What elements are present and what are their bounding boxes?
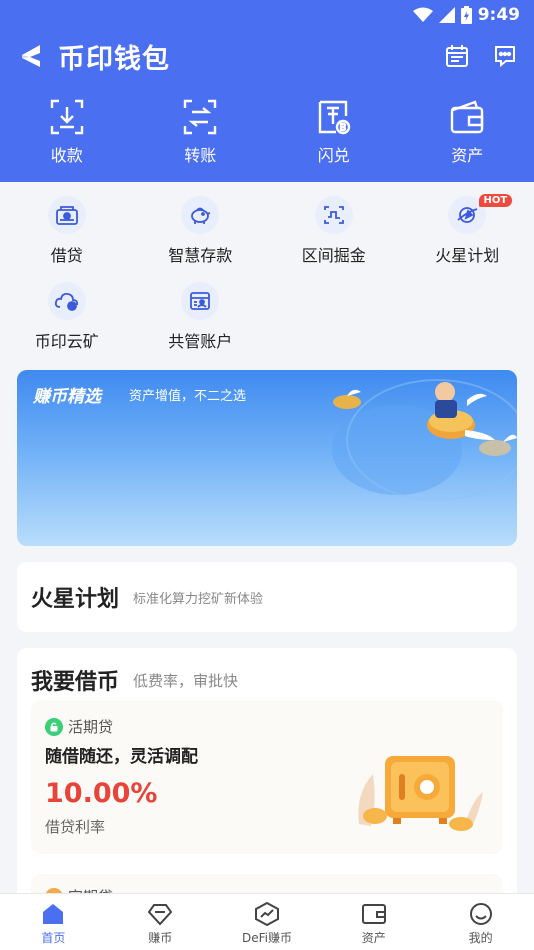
wifi-icon	[412, 7, 433, 22]
app-logo-icon	[22, 45, 40, 67]
loan-rate-value: 10.00%	[45, 778, 158, 809]
bottom-tab-bar: 首页 赚币 DeFi赚币 资产 我的	[0, 893, 534, 950]
mars-plan-label: 火星计划	[435, 246, 500, 265]
receive-label: 收款	[50, 146, 83, 165]
demand-loan-item[interactable]: 活期贷 随借随还，灵活调配 10.00% 借贷利率	[31, 700, 503, 854]
smart-deposit-entry[interactable]: 智慧存款	[134, 196, 268, 282]
profile-icon	[469, 903, 492, 925]
piggy-bank-icon	[191, 207, 211, 224]
borrow-card-subtitle: 低费率，审批快	[133, 671, 239, 690]
loan-rate-label: 借贷利率	[45, 818, 106, 836]
joint-account-entry[interactable]: 共管账户	[134, 282, 268, 368]
loan-icon	[55, 206, 78, 225]
assets-label: 资产	[451, 146, 484, 165]
borrow-card-title: 我要借币	[31, 670, 120, 695]
message-icon[interactable]	[492, 43, 518, 69]
cloud-mining-entry[interactable]: 币印云矿	[0, 282, 134, 368]
battery-icon	[460, 6, 472, 24]
range-mining-entry[interactable]: 区间掘金	[267, 196, 401, 282]
transfer-button[interactable]: 转账	[134, 98, 268, 166]
tab-assets-label: 资产	[361, 931, 386, 945]
app-title: 币印钱包	[58, 43, 170, 75]
joint-account-icon	[190, 292, 211, 310]
header: 9:49 币印钱包 收款 转账 闪兑 资产	[0, 0, 534, 182]
wallet-icon	[451, 100, 484, 134]
tab-home[interactable]: 首页	[0, 894, 107, 950]
joint-account-label: 共管账户	[168, 332, 233, 351]
assets-icon	[361, 904, 386, 924]
cloud-mining-label: 币印云矿	[34, 332, 99, 351]
tab-profile[interactable]: 我的	[427, 894, 534, 950]
mars-plan-entry[interactable]: HOT 火星计划	[401, 194, 534, 282]
tab-earn[interactable]: 赚币	[107, 894, 214, 950]
loan-label: 借贷	[50, 246, 83, 265]
feature-grid: 借贷 智慧存款 区间掘金 HOT 火星计划 币印云矿 共管账户	[0, 194, 534, 368]
status-bar: 9:49	[412, 4, 520, 26]
receive-button[interactable]: 收款	[0, 98, 134, 166]
cloud-mining-icon	[54, 292, 78, 311]
tab-defi[interactable]: DeFi赚币	[214, 894, 321, 950]
tab-assets[interactable]: 资产	[320, 894, 427, 950]
mars-plan-card-subtitle: 标准化算力挖矿新体验	[133, 591, 264, 607]
assets-button[interactable]: 资产	[401, 98, 534, 166]
home-icon	[43, 904, 64, 924]
signal-icon	[438, 7, 455, 23]
flash-swap-icon	[318, 100, 350, 135]
safe-illustration	[358, 756, 483, 831]
mars-plan-icon	[457, 207, 478, 223]
banner-illustration	[332, 379, 517, 501]
flash-swap-label: 闪兑	[317, 146, 350, 165]
range-mining-label: 区间掘金	[301, 246, 366, 265]
transfer-label: 转账	[184, 146, 217, 165]
transfer-icon	[184, 99, 217, 135]
demand-loan-desc: 随借随还，灵活调配	[45, 747, 198, 767]
hot-badge: HOT	[478, 194, 513, 207]
lock-icon	[45, 717, 63, 736]
calendar-icon[interactable]	[444, 43, 470, 69]
defi-icon	[254, 902, 279, 926]
tab-earn-label: 赚币	[148, 931, 173, 945]
borrow-card: 我要借币 低费率，审批快 活期贷 随借随还，灵活调配 10.00% 借贷利率 定…	[17, 648, 517, 914]
tab-home-label: 首页	[41, 931, 66, 945]
receive-icon	[50, 99, 83, 135]
smart-deposit-label: 智慧存款	[168, 246, 233, 265]
flash-swap-button[interactable]: 闪兑	[267, 98, 401, 166]
mars-plan-card-title: 火星计划	[31, 587, 120, 612]
tab-defi-label: DeFi赚币	[241, 931, 292, 945]
mars-plan-card[interactable]: 火星计划 标准化算力挖矿新体验	[17, 562, 517, 632]
range-mining-icon	[323, 206, 344, 224]
loan-entry[interactable]: 借贷	[0, 196, 134, 282]
promo-banner[interactable]: 赚币精选 资产增值，不二之选	[17, 370, 517, 546]
earn-icon	[147, 904, 173, 926]
demand-loan-tag: 活期贷	[68, 718, 114, 736]
tab-profile-label: 我的	[468, 931, 493, 945]
status-time: 9:49	[477, 5, 520, 25]
